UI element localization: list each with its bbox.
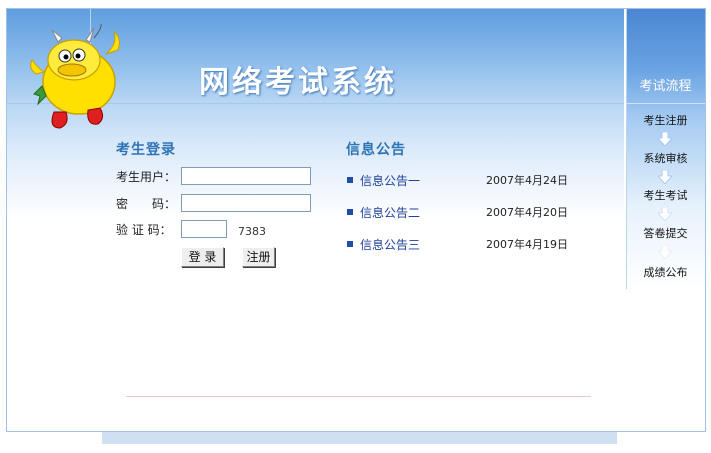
- flow-step-submit: 答卷提交: [643, 227, 688, 240]
- down-arrow-icon: [658, 245, 672, 259]
- password-label: 密 码：: [116, 197, 177, 211]
- flow-title: 考试流程: [639, 79, 692, 94]
- captcha-label: 验 证 码：: [116, 223, 172, 237]
- notice-date-3: 2007年4月19日: [486, 238, 568, 251]
- notice-link-1[interactable]: 信息公告一: [360, 172, 420, 189]
- flow-divider: [626, 9, 627, 289]
- bullet-icon: [347, 177, 353, 183]
- captcha-input[interactable]: [181, 220, 227, 238]
- username-input[interactable]: [181, 167, 311, 185]
- flow-step-results: 成绩公布: [643, 266, 688, 279]
- flow-step-exam: 考生考试: [643, 189, 688, 202]
- bullet-icon: [347, 241, 353, 247]
- bottom-shadow: [102, 432, 617, 444]
- notice-link-2[interactable]: 信息公告二: [360, 204, 420, 221]
- down-arrow-icon: [658, 132, 672, 146]
- footer-divider: [126, 396, 591, 397]
- flow-header-divider: [626, 103, 705, 104]
- bullet-icon: [347, 209, 353, 215]
- register-button[interactable]: 注册: [242, 247, 275, 267]
- notice-date-2: 2007年4月20日: [486, 206, 568, 219]
- notice-link-3[interactable]: 信息公告三: [360, 236, 420, 253]
- password-input[interactable]: [181, 194, 311, 212]
- down-arrow-icon: [658, 207, 672, 221]
- notices-title: 信息公告: [346, 142, 406, 158]
- flow-step-review: 系统审核: [643, 152, 688, 165]
- exam-flow-panel: 考试流程 考生注册 系统审核 考生考试 答卷提交 成绩公布: [626, 9, 705, 289]
- down-arrow-icon: [658, 170, 672, 184]
- page-title: 网络考试系统: [199, 65, 397, 100]
- notice-date-1: 2007年4月24日: [486, 174, 568, 187]
- username-label: 考生用户：: [116, 170, 177, 184]
- login-title: 考生登录: [116, 142, 176, 158]
- mascot-logo: [30, 24, 120, 129]
- captcha-code: 7383: [238, 225, 266, 238]
- login-button[interactable]: 登 录: [181, 247, 224, 267]
- flow-step-register: 考生注册: [643, 114, 688, 127]
